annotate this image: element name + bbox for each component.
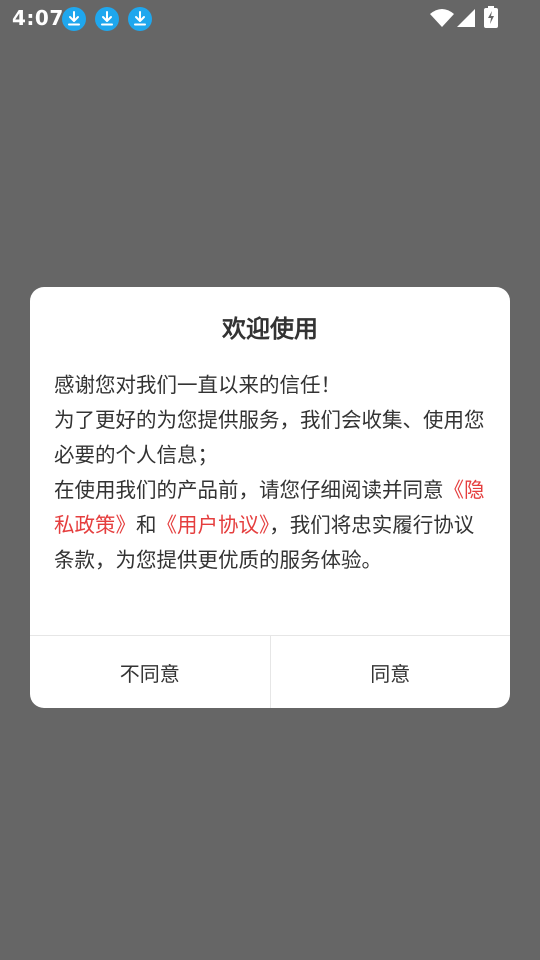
download-icon (95, 7, 119, 31)
download-icon (128, 7, 152, 31)
dialog-button-row: 不同意 同意 (30, 635, 510, 708)
wifi-icon (430, 9, 454, 27)
body-text-prefix: 在使用我们的产品前，请您仔细阅读并同意 (54, 478, 444, 502)
status-bar: 4:07 (0, 0, 540, 36)
body-text-and: 和 (136, 513, 157, 537)
body-line-thanks: 感谢您对我们一直以来的信任！ (54, 373, 341, 397)
welcome-dialog: 欢迎使用 感谢您对我们一直以来的信任！ 为了更好的为您提供服务，我们会收集、使用… (30, 287, 510, 708)
cell-signal-icon (457, 9, 475, 27)
body-line-agreement: 在使用我们的产品前，请您仔细阅读并同意《隐私政策》和《用户协议》，我们将忠实履行… (54, 473, 494, 578)
body-line-collect: 为了更好的为您提供服务，我们会收集、使用您必要的个人信息； (54, 408, 485, 467)
dialog-body: 感谢您对我们一直以来的信任！ 为了更好的为您提供服务，我们会收集、使用您必要的个… (54, 368, 494, 578)
disagree-button[interactable]: 不同意 (30, 636, 270, 708)
user-agreement-link[interactable]: 《用户协议》 (157, 513, 270, 537)
dialog-title: 欢迎使用 (222, 315, 318, 343)
download-icon (62, 7, 86, 31)
battery-charging-icon (484, 6, 498, 28)
agree-button[interactable]: 同意 (271, 636, 511, 708)
status-time: 4:07 (12, 6, 64, 30)
